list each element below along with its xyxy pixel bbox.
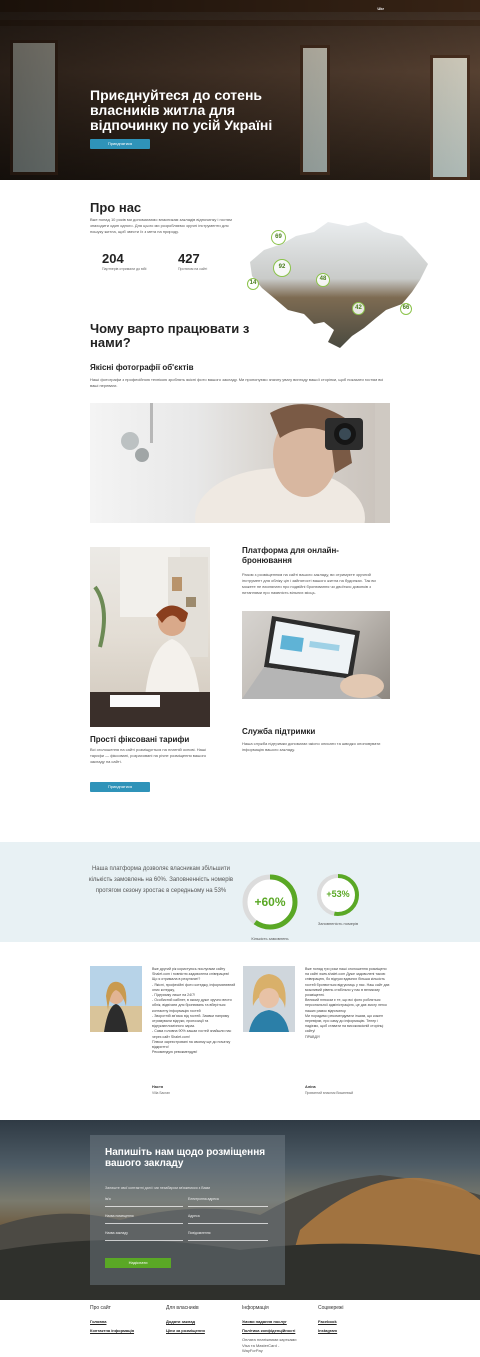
testimonial-name: Аліна [305, 1085, 316, 1089]
feature-booking-text: Разом з розміщенням на сайті вашого закл… [242, 572, 376, 595]
footer-heading: Для власників [166, 1305, 199, 1311]
stat-listings: 427 Протягом на сайті [178, 251, 238, 272]
contact-subtitle: Залиште свої контактні дані і ми незабар… [105, 1186, 211, 1190]
language-switcher[interactable]: Ukr [377, 6, 384, 11]
orders-gauge-value: +60% [254, 895, 286, 909]
footer-col-social: Соцмережі Facebook Instagram [318, 1305, 343, 1337]
footer-heading: Соцмережі [318, 1305, 344, 1311]
orders-gauge: +60% Кількість замовлень [240, 872, 300, 944]
stat-number: 427 [178, 251, 200, 266]
feature-booking-title: Платформа для онлайн-бронювання [242, 546, 339, 565]
testimonial-role: Villa Sacran [152, 1091, 171, 1095]
office-woman-image [90, 547, 210, 727]
testimonial-role: Приватний власник Вишневый [305, 1091, 354, 1095]
stat-number: 204 [102, 251, 124, 266]
map-bubble[interactable]: 92 [273, 259, 291, 277]
footer-link-terms[interactable]: Умови надання послуг [242, 1319, 300, 1324]
testimonial-text: Вже понад три роки наші оголошення розмі… [305, 967, 390, 1039]
footer-heading: Інформація [242, 1305, 269, 1311]
footer-col-about: Про сайт Головна Контактна інформація [90, 1305, 134, 1337]
photographer-image [90, 403, 390, 523]
map-bubble[interactable]: 69 [271, 230, 286, 245]
contact-title: Напишіть нам щодо розміщення вашого закл… [105, 1147, 266, 1169]
occupancy-gauge-caption: Заповненість номерів [317, 921, 359, 926]
footer-link-facebook[interactable]: Facebook [318, 1319, 343, 1324]
laptop-illustration [242, 616, 384, 699]
hero-title: Приєднуйтеся до сотень власників житла д… [90, 87, 273, 133]
testimonial-avatar [90, 966, 142, 1032]
footer-link-pricing[interactable]: Ціни за розміщення [166, 1328, 205, 1333]
map-bubble[interactable]: 66 [400, 303, 412, 315]
footer-link-instagram[interactable]: Instagram [318, 1328, 343, 1333]
name-field[interactable]: Ім'я [105, 1197, 183, 1207]
footer-col-info: Інформація Умови надання послуг Політика… [242, 1305, 300, 1354]
message-field[interactable]: Повідомлення [188, 1231, 268, 1241]
footer-link-privacy[interactable]: Політика конфіденційності [242, 1328, 300, 1333]
footer-col-owners: Для власників Додати заклад Ціни за розм… [166, 1305, 205, 1337]
email-field[interactable]: Електронна адреса [188, 1197, 268, 1207]
footer-link-contacts[interactable]: Контактна інформація [90, 1328, 134, 1333]
feature-pricing-text: Всі оголошення на сайті розміщується на … [90, 747, 207, 764]
send-button[interactable]: Надіслати [105, 1258, 171, 1268]
feature-photos-text: Наші фотографи з професійною технікою зр… [90, 377, 384, 388]
occupancy-gauge-value: +53% [326, 889, 350, 899]
orders-gauge-caption: Кількість замовлень [251, 936, 289, 941]
photographer-illustration [121, 403, 390, 523]
laptop-image [242, 611, 390, 699]
testimonial-text: Вже другий рік користуюсь послугами сайт… [152, 967, 236, 1055]
about-text: Вже понад 10 років ми допомагаємо власни… [90, 217, 232, 234]
ukraine-map: 69 92 14 48 42 66 [244, 214, 430, 352]
feature-pricing-title: Прості фіксовані тарифи [90, 735, 190, 744]
about-title: Про нас [90, 200, 142, 215]
occupancy-gauge: +53% Заповненість номерів [315, 872, 361, 930]
testimonial-name: Настя [152, 1085, 164, 1089]
footer-link-add-property[interactable]: Додати заклад [166, 1319, 205, 1324]
why-title: Чому варто працювати з нами? [90, 321, 250, 350]
hero-section: Ukr Приєднуйтеся до сотень власників жит… [0, 0, 480, 180]
establishment-field[interactable]: Назва закладу [105, 1231, 183, 1241]
map-bubble[interactable]: 14 [247, 278, 259, 290]
map-bubble[interactable]: 42 [352, 302, 365, 315]
footer-link-home[interactable]: Головна [90, 1319, 134, 1324]
avatar-photo [90, 966, 142, 1032]
stat-label: Партнерів отримали до війі [102, 267, 147, 271]
hero-join-button[interactable]: Приєднатися [90, 139, 150, 149]
feature-photos-title: Якісні фотографії об'єктів [90, 363, 194, 372]
pricing-join-button[interactable]: Приєднатися [90, 782, 150, 792]
stats-band-text: Наша платформа дозволяє власникам збільш… [88, 866, 234, 894]
map-bubble[interactable]: 48 [316, 273, 330, 287]
testimonial-avatar [243, 966, 295, 1032]
stat-partners: 204 Партнерів отримали до війі [102, 251, 162, 272]
address-field[interactable]: Адреса [188, 1214, 268, 1224]
property-name-field[interactable]: Назва помещення [105, 1214, 183, 1224]
stat-label: Протягом на сайті [178, 267, 208, 271]
feature-support-text: Наша служба підтримки допомагає якісно о… [242, 741, 381, 752]
avatar-photo [243, 966, 295, 1032]
feature-support-title: Служба підтримки [242, 727, 316, 736]
footer-heading: Про сайт [90, 1305, 111, 1311]
footer-payment-note: Оплата платіжними картками Visa та Maste… [242, 1337, 297, 1353]
office-woman-illustration [90, 547, 210, 727]
contact-form: Напишіть нам щодо розміщення вашого закл… [90, 1135, 285, 1285]
